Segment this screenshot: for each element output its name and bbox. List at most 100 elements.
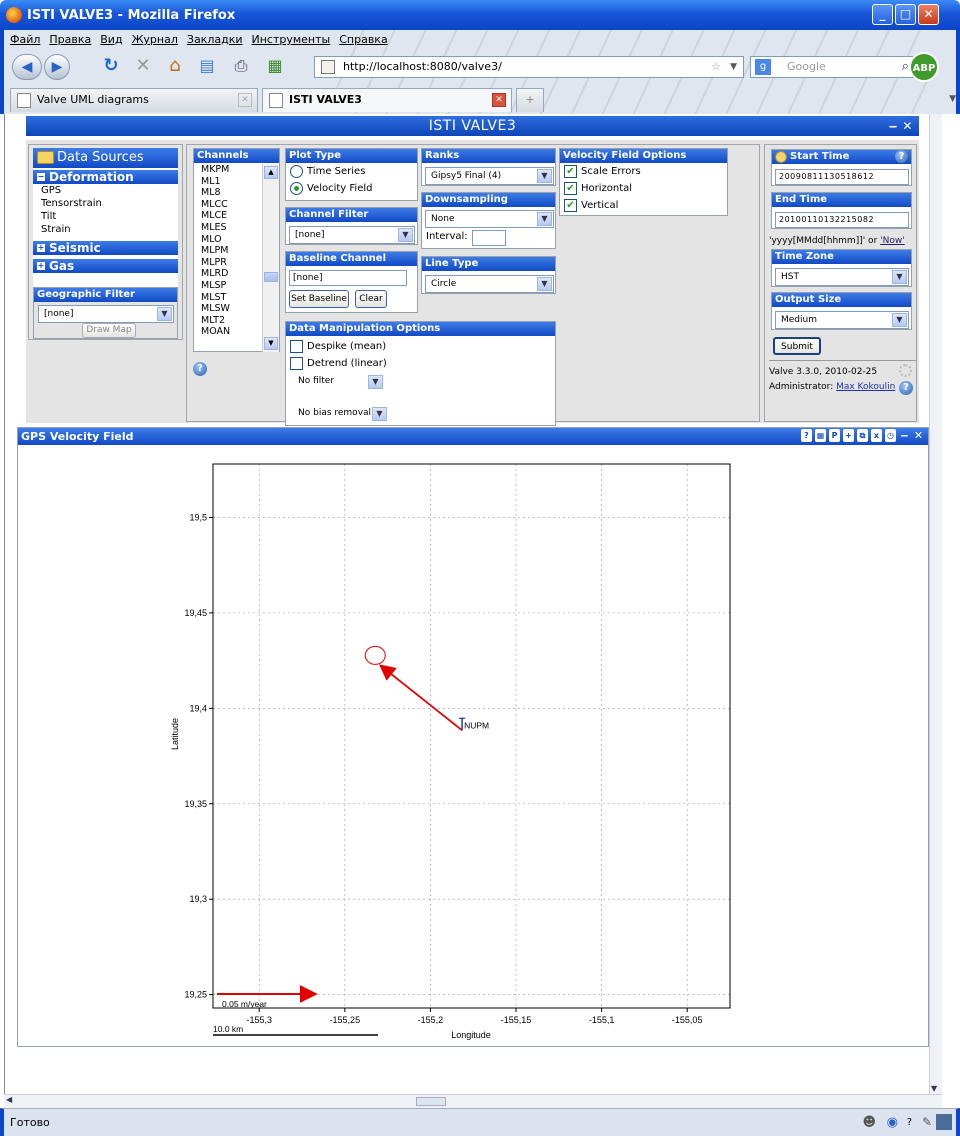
checkbox[interactable] <box>290 339 303 353</box>
help-icon[interactable]: ? <box>801 429 812 442</box>
help-icon[interactable]: ? <box>895 150 908 163</box>
tools-icon[interactable]: ✎ <box>922 1115 932 1129</box>
url-dropdown-icon[interactable]: ▼ <box>730 57 737 77</box>
source-item-tilt[interactable]: Tilt <box>33 210 178 223</box>
scroll-down-icon[interactable]: ▼ <box>264 337 278 350</box>
reload-icon[interactable]: ↻ <box>98 54 124 80</box>
channel-item[interactable]: MLPR <box>201 257 262 269</box>
now-link[interactable]: 'Now' <box>880 236 905 246</box>
radio-button-selected[interactable] <box>290 181 303 195</box>
set-baseline-button[interactable]: Set Baseline <box>289 290 349 308</box>
horizontal-scrollbar[interactable]: ◀ <box>4 1094 942 1108</box>
scroll-down-icon[interactable]: ▼ <box>931 1084 937 1093</box>
checkbox-checked[interactable]: ✔ <box>564 164 577 178</box>
channel-item[interactable]: MLST <box>201 292 262 304</box>
app-header-controls[interactable]: ‒ ✕ <box>889 116 913 136</box>
expand-icon[interactable]: + <box>37 244 45 252</box>
channel-item[interactable]: MLO <box>201 234 262 246</box>
back-button[interactable]: ◀ <box>12 54 42 80</box>
option-scale-errors[interactable]: ✔ Scale Errors <box>560 163 727 180</box>
home-icon[interactable]: ⌂ <box>162 54 188 80</box>
end-time-input[interactable]: 20100110132215082 <box>775 212 909 228</box>
vertical-scrollbar[interactable]: ▼ <box>929 114 942 1094</box>
question-icon[interactable]: ? <box>907 1117 912 1128</box>
export-icon[interactable]: ⧉ <box>857 429 868 442</box>
draw-map-button[interactable]: Draw Map <box>82 323 136 338</box>
menu-history[interactable]: Журнал <box>132 33 178 46</box>
menu-tools[interactable]: Инструменты <box>252 33 331 46</box>
expand-icon[interactable]: + <box>37 262 45 270</box>
channel-item[interactable]: ML1 <box>201 176 262 188</box>
checkbox[interactable] <box>290 356 303 370</box>
tab-valve-uml[interactable]: Valve UML diagrams ✕ <box>10 88 258 112</box>
checkbox-checked[interactable]: ✔ <box>564 198 577 212</box>
clear-button[interactable]: Clear <box>355 290 387 308</box>
tab-close-icon[interactable]: ✕ <box>238 93 252 107</box>
menu-bookmarks[interactable]: Закладки <box>187 33 243 46</box>
help-icon[interactable]: ? <box>193 362 207 376</box>
channel-list-scrollbar[interactable]: ▲ ▼ <box>262 164 279 352</box>
radio-button[interactable] <box>290 164 303 178</box>
data-icon[interactable]: ▦ <box>815 429 826 442</box>
collapse-icon[interactable]: − <box>37 173 45 181</box>
bias-select[interactable]: No bias removal ▼ <box>293 406 388 421</box>
filter-select[interactable]: No filter ▼ <box>293 374 384 389</box>
source-item-tensorstrain[interactable]: Tensorstrain <box>33 197 178 210</box>
section-deformation[interactable]: − Deformation <box>33 170 178 184</box>
addon-icon[interactable]: ▦ <box>262 54 288 80</box>
interval-input[interactable] <box>472 230 506 246</box>
time-zone-select[interactable]: HST ▼ <box>775 268 909 286</box>
scroll-up-icon[interactable]: ▲ <box>264 166 278 179</box>
start-time-input[interactable]: 20090811130518612 <box>775 169 909 185</box>
menu-view[interactable]: Вид <box>100 33 122 46</box>
section-seismic[interactable]: + Seismic <box>33 241 178 255</box>
scroll-left-icon[interactable]: ◀ <box>6 1095 12 1104</box>
tab-isti-valve3[interactable]: ISTI VALVE3 ✕ <box>262 88 512 112</box>
checkbox-checked[interactable]: ✔ <box>564 181 577 195</box>
baseline-channel-input[interactable]: [none] <box>289 270 407 286</box>
google-engine-icon[interactable]: g <box>755 59 771 75</box>
search-icon[interactable]: ⌕ <box>902 57 909 77</box>
option-detrend[interactable]: Detrend (linear) <box>286 355 555 372</box>
maximize-button[interactable]: □ <box>895 4 916 25</box>
channel-item[interactable]: MKPM <box>201 164 262 176</box>
print-icon[interactable]: ⎙ <box>228 54 254 80</box>
option-despike[interactable]: Despike (mean) <box>286 338 555 355</box>
geographic-filter-select[interactable]: [none] ▼ <box>38 305 174 323</box>
menu-edit[interactable]: Правка <box>49 33 91 46</box>
search-bar[interactable]: g Google ⌕ <box>750 56 914 78</box>
output-size-select[interactable]: Medium ▼ <box>775 311 909 329</box>
addon-status-icon[interactable]: ☻ <box>862 1115 876 1130</box>
resize-grip-icon[interactable] <box>936 1114 952 1130</box>
bookmark-star-icon[interactable]: ☆ <box>711 57 721 77</box>
scroll-thumb[interactable] <box>416 1097 446 1106</box>
sync-icon[interactable]: ◉ <box>887 1115 898 1130</box>
option-vertical[interactable]: ✔ Vertical <box>560 197 727 214</box>
bookmarks-folder-icon[interactable]: ▤ <box>194 54 220 80</box>
channel-item[interactable]: MLES <box>201 222 262 234</box>
close-window-button[interactable]: ✕ <box>918 4 939 25</box>
url-bar[interactable]: http://localhost:8080/valve3/ ☆ ▼ <box>314 56 744 78</box>
channel-item[interactable]: MLSP <box>201 280 262 292</box>
minimize-icon[interactable]: ‒ <box>899 429 910 442</box>
pdf-icon[interactable]: P <box>829 429 840 442</box>
ranks-select[interactable]: Gipsy5 Final (4) ▼ <box>425 167 554 185</box>
clock-icon[interactable]: ◷ <box>885 429 896 442</box>
menu-help[interactable]: Справка <box>339 33 387 46</box>
channel-item[interactable]: MLPM <box>201 245 262 257</box>
section-gas[interactable]: + Gas <box>33 259 178 273</box>
submit-button[interactable]: Submit <box>773 337 821 355</box>
channel-item[interactable]: ML8 <box>201 187 262 199</box>
help-icon[interactable]: ? <box>899 381 913 395</box>
administrator-link[interactable]: Max Kokoulin <box>836 382 895 392</box>
stop-icon[interactable]: ✕ <box>130 54 156 80</box>
line-type-select[interactable]: Circle ▼ <box>425 275 554 293</box>
close-icon[interactable]: ✕ <box>913 429 924 442</box>
tab-list-icon[interactable]: ▼ <box>949 94 956 104</box>
channel-filter-select[interactable]: [none] ▼ <box>289 226 415 244</box>
xml-icon[interactable]: x <box>871 429 882 442</box>
source-item-strain[interactable]: Strain <box>33 223 178 236</box>
channel-item[interactable]: MLCE <box>201 210 262 222</box>
option-time-series[interactable]: Time Series <box>286 163 417 180</box>
downsampling-select[interactable]: None ▼ <box>425 210 554 228</box>
